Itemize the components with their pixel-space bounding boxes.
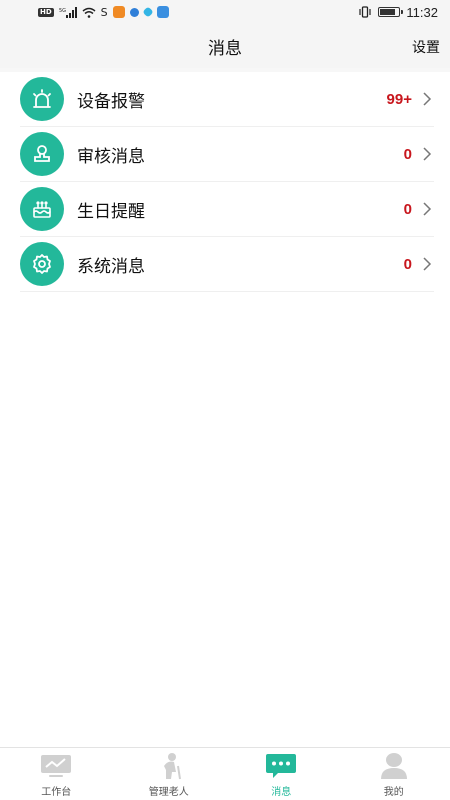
tab-label: 我的 bbox=[383, 787, 404, 798]
tab-label: 消息 bbox=[271, 787, 292, 798]
vibrate-icon bbox=[358, 6, 372, 18]
elderly-person-icon bbox=[152, 752, 186, 780]
alarm-light-icon bbox=[20, 77, 64, 121]
hd-indicator: HD bbox=[38, 7, 54, 17]
tab-manage-elderly[interactable]: 管理老人 bbox=[113, 748, 226, 800]
app-notification-icon bbox=[129, 7, 139, 17]
page-title: 消息 bbox=[208, 38, 242, 59]
status-right: 11:32 bbox=[358, 5, 438, 20]
row-label: 审核消息 bbox=[77, 146, 145, 167]
app-notification-icon bbox=[141, 6, 154, 18]
row-label: 设备报警 bbox=[77, 91, 145, 112]
message-row-birthday[interactable]: 生日提醒 0 bbox=[20, 182, 434, 237]
tab-label: 管理老人 bbox=[148, 787, 189, 798]
row-label: 系统消息 bbox=[77, 256, 145, 277]
status-bar: HD 5G S 11:32 bbox=[0, 0, 450, 24]
settings-button[interactable]: 设置 bbox=[412, 37, 440, 57]
svg-text:5G: 5G bbox=[59, 8, 66, 14]
user-icon bbox=[377, 752, 411, 780]
chevron-right-icon bbox=[420, 202, 434, 216]
stamp-icon bbox=[20, 132, 64, 176]
carrier-icon: S bbox=[100, 5, 108, 19]
message-row-device-alarm[interactable]: 设备报警 99+ bbox=[20, 72, 434, 127]
birthday-cake-icon bbox=[20, 187, 64, 231]
chevron-right-icon bbox=[420, 92, 434, 106]
status-left: HD 5G S bbox=[38, 6, 169, 19]
tab-messages[interactable]: 消息 bbox=[225, 748, 338, 800]
message-row-review[interactable]: 审核消息 0 bbox=[20, 127, 434, 182]
wifi-icon bbox=[82, 7, 96, 18]
app-notification-icon bbox=[112, 6, 125, 18]
cellular-signal-icon: 5G bbox=[59, 6, 77, 18]
tab-workbench[interactable]: 工作台 bbox=[0, 748, 113, 800]
unread-count: 0 bbox=[403, 255, 412, 273]
cloud-icon bbox=[156, 6, 169, 18]
clock: 11:32 bbox=[406, 4, 438, 20]
chat-bubble-icon bbox=[264, 752, 298, 780]
battery-icon bbox=[378, 7, 404, 17]
gear-icon bbox=[20, 242, 64, 286]
chevron-right-icon bbox=[420, 257, 434, 271]
bottom-tab-bar: 工作台 管理老人 消息 我的 bbox=[0, 747, 450, 800]
monitor-icon bbox=[39, 752, 73, 780]
message-category-list: 设备报警 99+ 审核消息 0 生日提醒 0 系统消息 0 bbox=[0, 72, 450, 748]
row-label: 生日提醒 bbox=[77, 201, 145, 222]
chevron-right-icon bbox=[420, 147, 434, 161]
unread-count: 0 bbox=[403, 145, 412, 163]
unread-count: 99+ bbox=[386, 90, 412, 108]
tab-mine[interactable]: 我的 bbox=[338, 748, 450, 800]
message-row-system[interactable]: 系统消息 0 bbox=[20, 237, 434, 292]
tab-label: 工作台 bbox=[41, 787, 72, 798]
page-header: 消息 设置 bbox=[0, 24, 450, 68]
unread-count: 0 bbox=[403, 200, 412, 218]
